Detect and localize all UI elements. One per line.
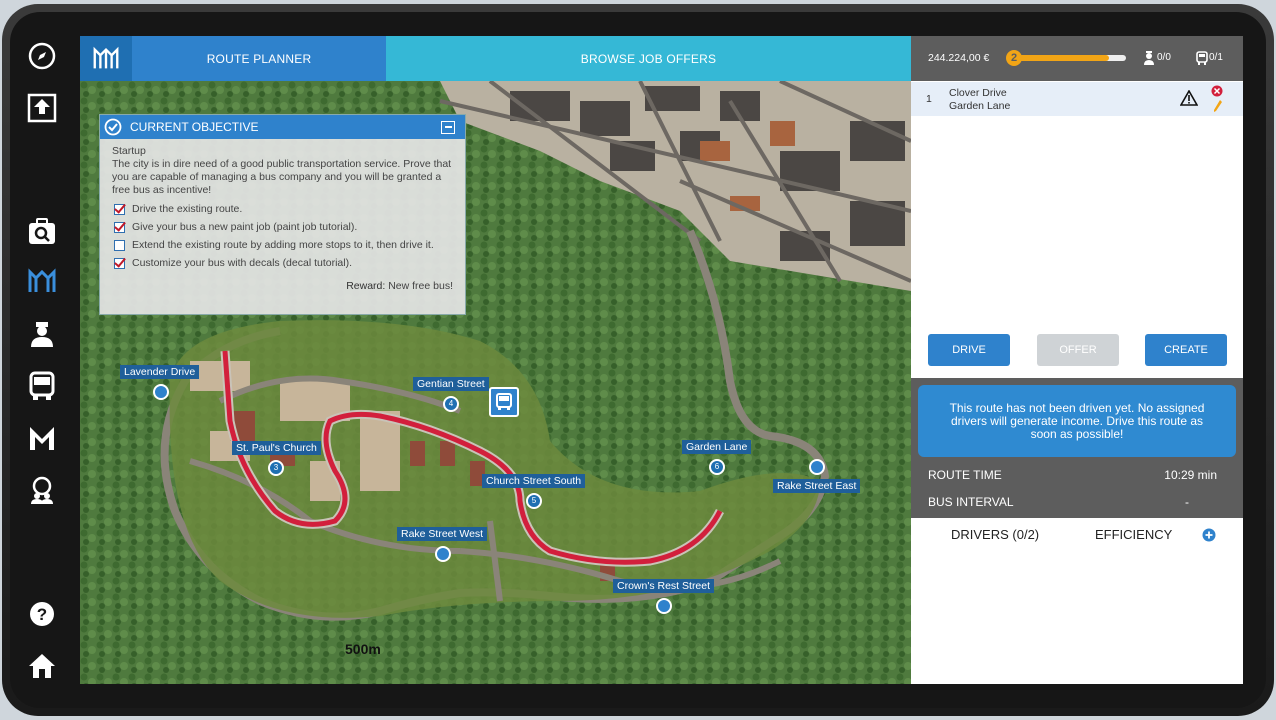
task-label: Drive the existing route. [132, 203, 243, 215]
stop-label[interactable]: Gentian Street [413, 377, 489, 391]
driver-icon [1144, 51, 1154, 68]
checkbox-checked-icon [114, 204, 125, 215]
stop-label[interactable]: Rake Street East [773, 479, 861, 493]
task-item: Give your bus a new paint job (paint job… [112, 221, 453, 234]
drivers-count: 0/0 [1157, 52, 1171, 63]
stop-marker[interactable]: 4 [443, 396, 459, 412]
bus-interval-row: BUS INTERVAL - [928, 492, 1217, 512]
stop-label[interactable]: Rake Street West [397, 527, 488, 541]
bus-interval-label: BUS INTERVAL [928, 495, 1014, 509]
level-badge: 2 [1006, 50, 1022, 66]
route-time-value: 10:29 min [1164, 468, 1217, 482]
buses-count: 0/1 [1209, 52, 1223, 63]
stop-label[interactable]: Garden Lane [682, 440, 752, 454]
stop-marker[interactable] [809, 459, 825, 475]
drivers-icon[interactable] [24, 316, 60, 352]
checkbox-unchecked-icon [114, 240, 125, 251]
route-time-label: ROUTE TIME [928, 468, 1002, 482]
stop-marker[interactable] [153, 384, 169, 400]
edit-route-icon[interactable] [1213, 99, 1223, 116]
add-driver-icon[interactable] [1202, 528, 1216, 545]
compass-icon[interactable] [24, 38, 60, 74]
level-progress-bar [1011, 55, 1126, 61]
help-icon[interactable]: ? [24, 596, 60, 632]
drivers-table-header: DRIVERS (0/2) EFFICIENCY [911, 524, 1243, 548]
route-number: 1 [926, 93, 932, 105]
efficiency-column-header: EFFICIENCY [1095, 527, 1173, 542]
minimize-icon[interactable] [441, 120, 455, 134]
objective-header: CURRENT OBJECTIVE [100, 115, 465, 139]
drivers-column-header: DRIVERS (0/2) [951, 527, 1040, 542]
reward-label: Reward: [346, 280, 386, 292]
task-label: Customize your bus with decals (decal tu… [132, 257, 353, 269]
create-button[interactable]: CREATE [1145, 334, 1227, 366]
money-display: 244.224,00 € [928, 52, 990, 64]
route-start: Clover Drive [949, 87, 1007, 99]
route-end: Garden Lane [949, 100, 1011, 112]
bus-icon [1196, 51, 1208, 68]
stop-label[interactable]: St. Paul's Church [232, 441, 321, 455]
bus-interval-value: - [1185, 495, 1189, 509]
objective-reward: Reward: New free bus! [112, 280, 453, 293]
stop-label[interactable]: Church Street South [482, 474, 586, 488]
route-details-panel: 244.224,00 € 2 0/0 0/1 1 Clover Drive Ga… [911, 36, 1243, 684]
task-item: Extend the existing route by adding more… [112, 239, 453, 252]
stop-marker[interactable]: 3 [268, 460, 284, 476]
home-icon[interactable] [24, 648, 60, 684]
online-network-icon[interactable] [24, 472, 60, 508]
route-stats: ROUTE TIME 10:29 min BUS INTERVAL - [911, 461, 1243, 518]
objective-title: Startup [112, 145, 146, 157]
route-not-driven-notice: This route has not been driven yet. No a… [918, 385, 1236, 457]
scale-bar-label: 500m [345, 641, 381, 657]
route-planner-icon[interactable] [24, 264, 60, 300]
stop-marker[interactable]: 6 [709, 459, 725, 475]
task-label: Extend the existing route by adding more… [132, 239, 434, 251]
stop-marker[interactable] [656, 598, 672, 614]
task-label: Give your bus a new paint job (paint job… [132, 221, 358, 233]
stop-marker[interactable]: 5 [526, 493, 542, 509]
tab-browse-job-offers[interactable]: BROWSE JOB OFFERS [386, 36, 911, 81]
objective-description: The city is in dire need of a good publi… [112, 158, 452, 196]
company-icon[interactable] [24, 420, 60, 456]
drive-button[interactable]: DRIVE [928, 334, 1010, 366]
exit-to-hub-icon[interactable] [24, 90, 60, 126]
tab-route-planner[interactable]: ROUTE PLANNER [132, 36, 386, 81]
reward-value: New free bus! [388, 280, 453, 292]
bus-fleet-icon[interactable] [24, 368, 60, 404]
objective-header-title: CURRENT OBJECTIVE [130, 120, 259, 134]
route-list-item[interactable]: 1 Clover Drive Garden Lane [911, 82, 1243, 116]
status-bar: 244.224,00 € 2 0/0 0/1 [911, 36, 1243, 81]
route-time-row: ROUTE TIME 10:29 min [928, 465, 1217, 485]
warning-icon [1179, 89, 1199, 109]
stop-marker[interactable] [435, 546, 451, 562]
current-objective-panel: CURRENT OBJECTIVE Startup The city is in… [99, 114, 466, 315]
game-screen: 500m Lavender Drive Gentian Street 4 St.… [80, 36, 1243, 684]
task-item: Drive the existing route. [112, 203, 453, 216]
svg-text:?: ? [37, 605, 47, 624]
stop-label[interactable]: Crown's Rest Street [613, 579, 715, 593]
checkmark-circle-icon [104, 118, 122, 136]
task-item: Customize your bus with decals (decal tu… [112, 257, 453, 270]
checkbox-checked-icon [114, 222, 125, 233]
bus-map-icon[interactable] [489, 387, 519, 417]
offer-button[interactable]: OFFER [1037, 334, 1119, 366]
stop-label[interactable]: Lavender Drive [120, 365, 200, 379]
level-progress-fill [1011, 55, 1109, 61]
delete-route-icon[interactable] [1211, 85, 1223, 100]
logo-icon [80, 36, 132, 81]
checkbox-checked-icon [114, 258, 125, 269]
top-nav-bar: ROUTE PLANNER BROWSE JOB OFFERS [80, 36, 911, 81]
search-jobs-icon[interactable] [24, 214, 60, 250]
